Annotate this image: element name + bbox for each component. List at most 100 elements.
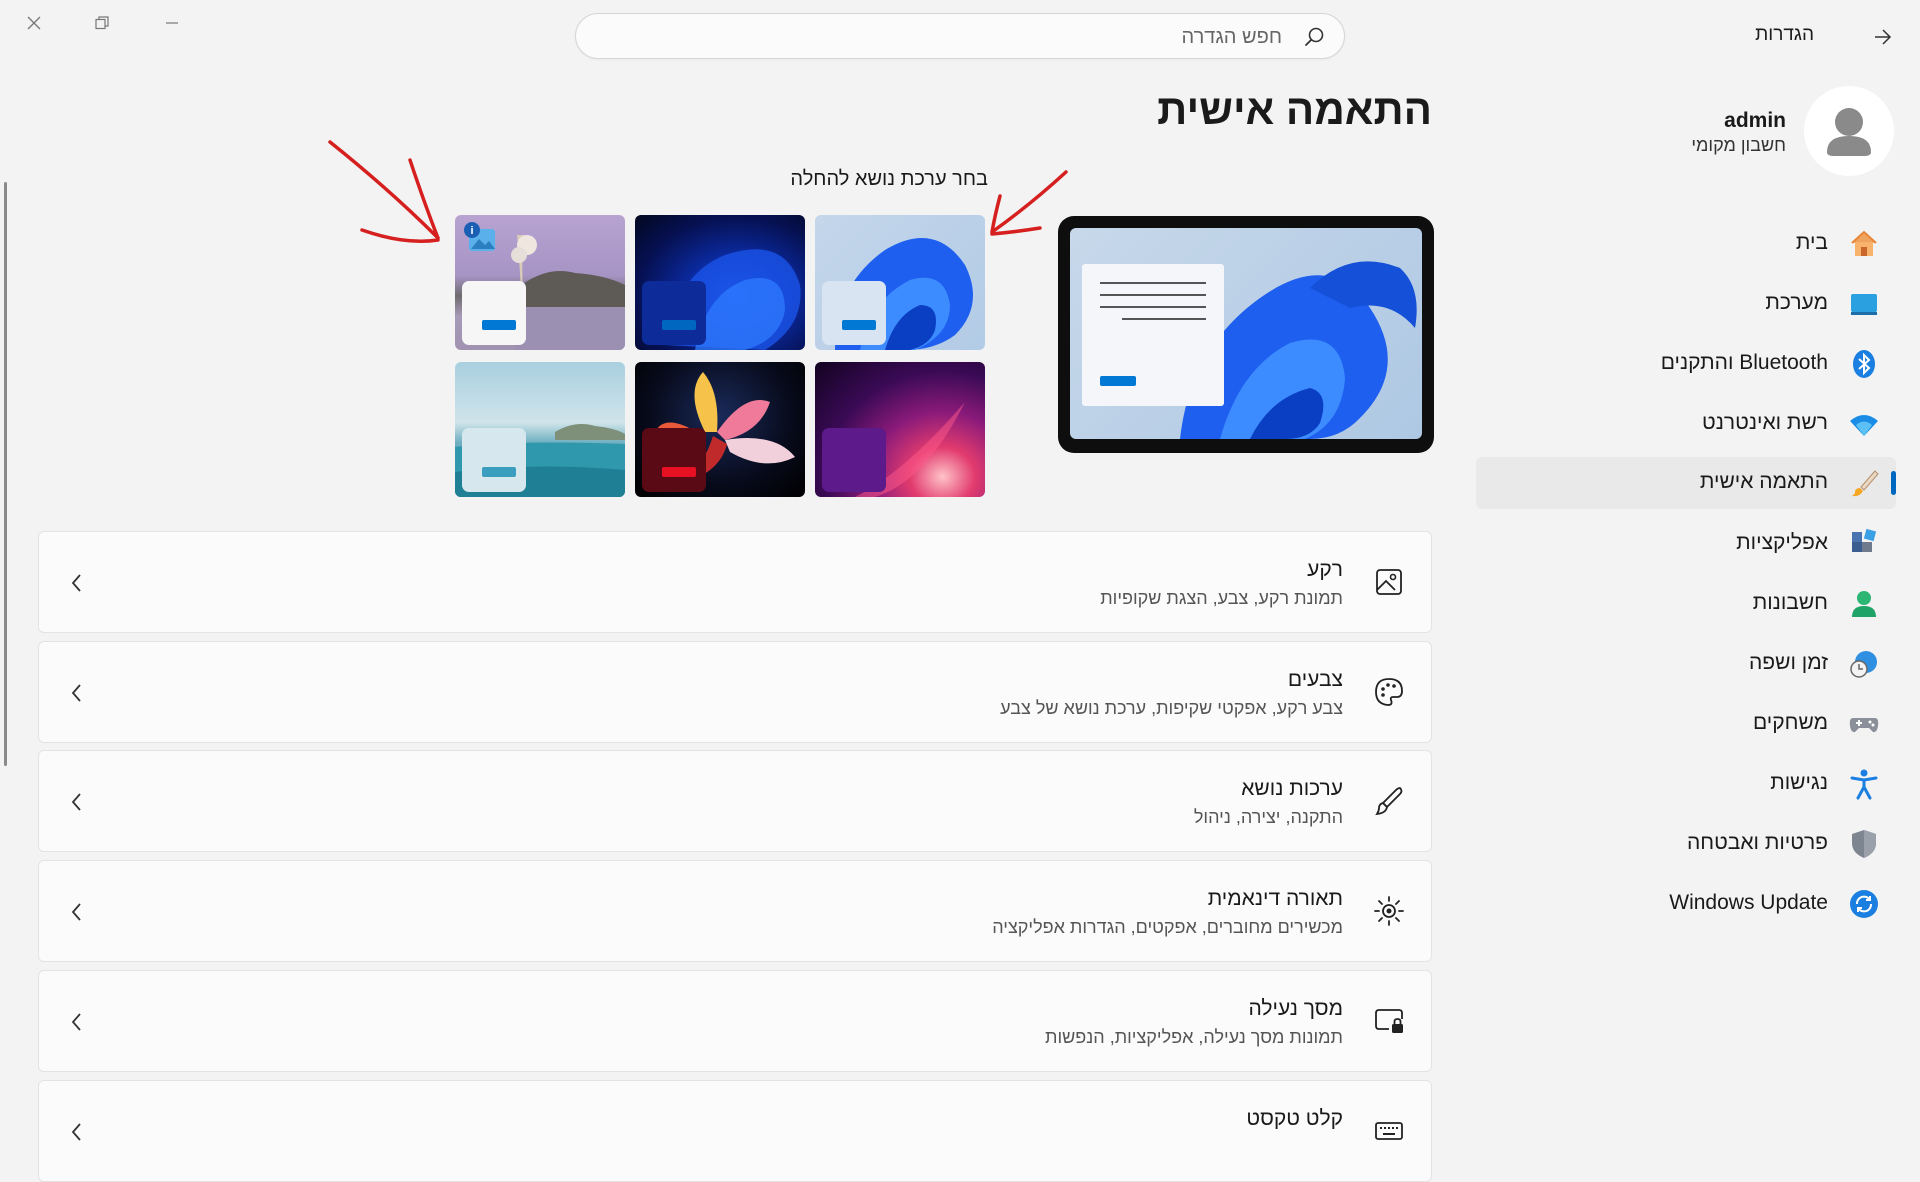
setting-card-background[interactable]: רקע תמונת רקע, צבע, הצגת שקופיות — [38, 531, 1432, 633]
annotation-arrow-left — [328, 140, 440, 243]
sidebar-item-apps[interactable]: אפליקציות — [1476, 518, 1896, 570]
brush-icon — [1848, 467, 1880, 499]
page-title: התאמה אישית — [1157, 86, 1432, 133]
theme-tile-dark-flower[interactable] — [635, 362, 805, 497]
chevron-left-icon[interactable] — [65, 787, 89, 817]
theme-preview-card — [642, 281, 706, 345]
person-icon — [1848, 588, 1880, 620]
svg-text:i: i — [470, 225, 473, 237]
setting-card-dynamic-lighting[interactable]: תאורה דינאמית מכשירים מחוברים, אפקטים, ה… — [38, 860, 1432, 962]
setting-card-text-input[interactable]: קלט טקסט — [38, 1080, 1432, 1182]
sidebar-item-windows-update[interactable]: Windows Update — [1476, 878, 1896, 930]
avatar[interactable] — [1804, 86, 1894, 176]
minimize-button[interactable] — [150, 8, 194, 38]
chevron-left-icon[interactable] — [65, 568, 89, 598]
card-subtitle: צבע רקע, אפקטי שקיפות, ערכת נושא של צבע — [1000, 698, 1343, 718]
theme-accent-swatch — [842, 467, 876, 477]
sidebar-item-gaming[interactable]: משחקים — [1476, 698, 1896, 750]
accessibility-icon — [1848, 768, 1880, 800]
shield-icon — [1848, 828, 1880, 860]
theme-preview-card — [822, 281, 886, 345]
sidebar-item-label: נגישות — [1770, 771, 1828, 794]
sidebar-item-label: התאמה אישית — [1699, 470, 1828, 493]
system-icon — [1848, 288, 1880, 320]
close-icon — [27, 16, 41, 30]
card-subtitle: תמונת רקע, צבע, הצגת שקופיות — [1100, 588, 1343, 608]
scrollbar[interactable] — [4, 182, 7, 766]
theme-preview-card — [642, 428, 706, 492]
app-title: הגדרות — [1755, 24, 1814, 45]
card-title: תאורה דינאמית — [1207, 887, 1343, 910]
theme-accent-swatch — [842, 320, 876, 330]
chevron-left-icon[interactable] — [65, 1117, 89, 1147]
close-button[interactable] — [12, 8, 56, 38]
back-button[interactable] — [1868, 22, 1898, 52]
sidebar-item-privacy[interactable]: פרטיות ואבטחה — [1476, 818, 1896, 870]
theme-accent-swatch — [662, 320, 696, 330]
sidebar-item-home[interactable]: בית — [1476, 218, 1896, 270]
sidebar-item-time-language[interactable]: זמן ושפה — [1476, 638, 1896, 690]
image-icon — [1373, 566, 1405, 598]
sidebar-item-label: זמן ושפה — [1749, 651, 1828, 674]
sidebar-item-label: חשבונות — [1752, 591, 1828, 614]
chevron-left-icon[interactable] — [65, 1007, 89, 1037]
keyboard-icon — [1373, 1115, 1405, 1147]
active-indicator — [1891, 471, 1896, 495]
gamepad-icon — [1848, 708, 1880, 740]
card-subtitle: תמונות מסך נעילה, אפליקציות, הנפשות — [1045, 1027, 1343, 1047]
theme-tile-purple-glow[interactable] — [815, 362, 985, 497]
light-icon — [1373, 895, 1405, 927]
preview-window — [1082, 264, 1224, 406]
theme-preview — [1058, 216, 1434, 453]
bluetooth-icon — [1848, 348, 1880, 380]
user-avatar-icon — [1827, 108, 1871, 156]
globe-clock-icon — [1848, 648, 1880, 680]
search-icon[interactable] — [1304, 26, 1326, 48]
theme-accent-swatch — [662, 467, 696, 477]
search-box[interactable] — [575, 13, 1345, 59]
card-title: ערכות נושא — [1241, 777, 1343, 800]
preview-screen — [1070, 228, 1422, 439]
sidebar-item-label: מערכת — [1765, 291, 1828, 314]
theme-accent-swatch — [482, 320, 516, 330]
update-icon — [1848, 888, 1880, 920]
setting-card-themes[interactable]: ערכות נושא התקנה, יצירה, ניהול — [38, 750, 1432, 852]
card-title: צבעים — [1287, 668, 1343, 691]
sidebar-item-label: אפליקציות — [1736, 531, 1828, 554]
sidebar-item-label: Bluetooth והתקנים — [1660, 351, 1828, 374]
back-arrow-icon — [1875, 29, 1892, 45]
setting-card-colors[interactable]: צבעים צבע רקע, אפקטי שקיפות, ערכת נושא ש… — [38, 641, 1432, 743]
sidebar-item-bluetooth[interactable]: Bluetooth והתקנים — [1476, 338, 1896, 390]
brush-icon — [1373, 785, 1405, 817]
minimize-icon — [166, 22, 178, 24]
sidebar-item-label: רשת ואינטרנט — [1702, 411, 1828, 434]
theme-preview-card — [462, 428, 526, 492]
annotation-arrow-right — [990, 170, 1068, 236]
sidebar-item-label: Windows Update — [1669, 891, 1828, 914]
sidebar-item-label: בית — [1795, 231, 1828, 254]
home-icon — [1848, 228, 1880, 260]
chevron-left-icon[interactable] — [65, 897, 89, 927]
lock-screen-icon — [1373, 1005, 1405, 1037]
preview-line — [1100, 282, 1206, 284]
sidebar-item-system[interactable]: מערכת — [1476, 278, 1896, 330]
card-title: מסך נעילה — [1248, 997, 1344, 1020]
theme-picker-caption: בחר ערכת נושא להחלה — [790, 168, 988, 190]
theme-tile-coastal[interactable] — [455, 362, 625, 497]
setting-card-lock-screen[interactable]: מסך נעילה תמונות מסך נעילה, אפליקציות, ה… — [38, 970, 1432, 1072]
theme-tile-dark-bloom[interactable] — [635, 215, 805, 350]
sidebar-item-personalization[interactable]: התאמה אישית — [1476, 457, 1896, 509]
card-title: רקע — [1307, 558, 1343, 581]
sidebar-item-network[interactable]: רשת ואינטרנט — [1476, 398, 1896, 450]
restore-button[interactable] — [80, 8, 124, 38]
theme-tile-light-bloom[interactable] — [815, 215, 985, 350]
chevron-left-icon[interactable] — [65, 678, 89, 708]
preview-line — [1100, 294, 1206, 296]
sidebar-item-accounts[interactable]: חשבונות — [1476, 578, 1896, 630]
card-subtitle: מכשירים מחוברים, אפקטים, הגדרות אפליקציה — [992, 917, 1343, 937]
sidebar-item-accessibility[interactable]: נגישות — [1476, 758, 1896, 810]
account-type: חשבון מקומי — [1691, 135, 1786, 155]
search-input[interactable] — [620, 20, 1284, 54]
restore-icon — [95, 16, 109, 30]
theme-tile-lake-landscape[interactable]: i — [455, 215, 625, 350]
